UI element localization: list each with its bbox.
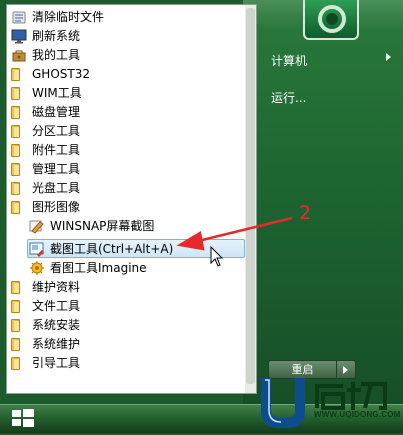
uqidong-logo: WWW.UQIDONG.COM xyxy=(253,374,403,432)
logo-url: WWW.UQIDONG.COM xyxy=(314,410,401,419)
annotation-arrows xyxy=(56,216,293,428)
brand-logo-icon xyxy=(261,378,387,428)
windows-logo-icon xyxy=(12,409,34,427)
start-button[interactable] xyxy=(4,405,44,431)
annotation-number-2: 2 xyxy=(299,202,312,224)
